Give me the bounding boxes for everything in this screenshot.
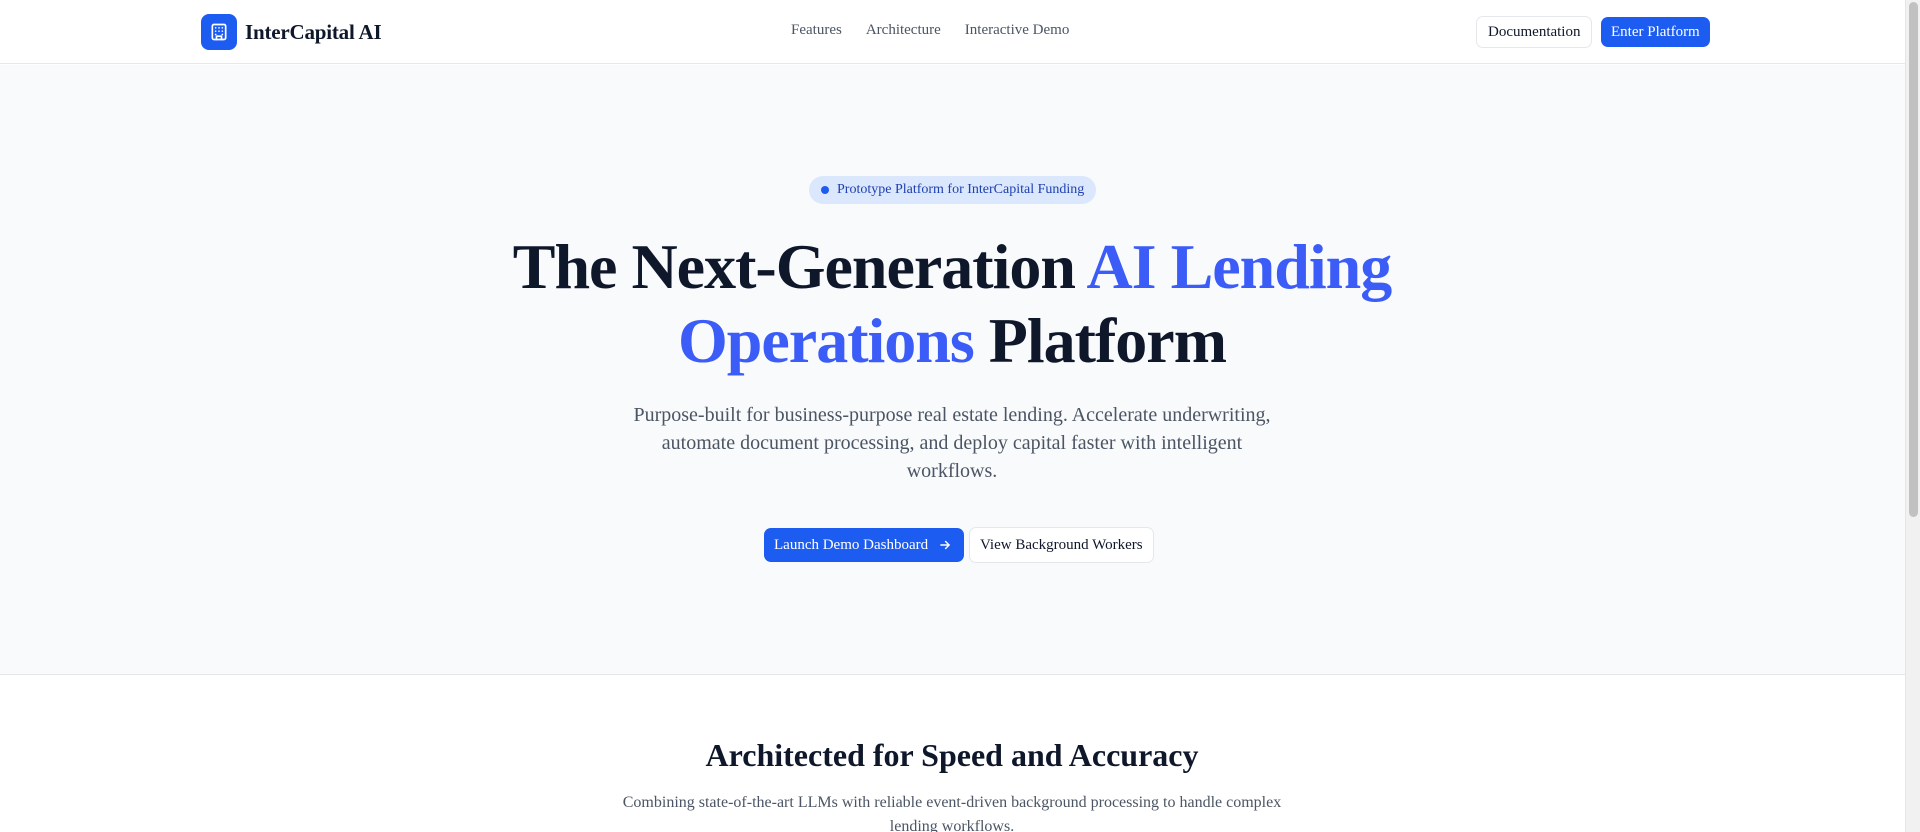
section-subtitle: Combining state-of-the-art LLMs with rel…	[622, 794, 1282, 832]
scrollbar-thumb[interactable]	[1909, 2, 1918, 517]
enter-platform-button[interactable]: Enter Platform	[1601, 17, 1710, 47]
badge-label: Prototype Platform for InterCapital Fund…	[837, 182, 1085, 197]
top-navbar: InterCapital AI Features Architecture In…	[0, 0, 1905, 64]
launch-demo-button[interactable]: Launch Demo Dashboard	[764, 528, 965, 562]
nav-links: Features Architecture Interactive Demo	[791, 22, 1069, 39]
hero-subhead: Purpose-built for business-purpose real …	[633, 404, 1271, 482]
nav-link-interactive-demo[interactable]: Interactive Demo	[965, 22, 1070, 39]
view-background-workers-button[interactable]: View Background Workers	[969, 527, 1154, 563]
building-icon	[201, 14, 237, 50]
headline-part1: The Next-Generation	[512, 231, 1087, 302]
brand[interactable]: InterCapital AI	[201, 14, 382, 50]
documentation-button[interactable]: Documentation	[1476, 16, 1593, 48]
section-title: Architected for Speed and Accuracy	[705, 737, 1199, 773]
nav-link-features[interactable]: Features	[791, 22, 842, 39]
status-dot-icon	[821, 186, 829, 194]
hero-section: Prototype Platform for InterCapital Fund…	[0, 65, 1905, 675]
nav-link-architecture[interactable]: Architecture	[866, 22, 941, 39]
hero-headline: The Next-Generation AI Lending Operation…	[452, 230, 1452, 378]
brand-name: InterCapital AI	[245, 19, 382, 44]
page-scrollbar[interactable]	[1905, 0, 1920, 832]
headline-part2: Platform	[973, 305, 1227, 376]
launch-demo-label: Launch Demo Dashboard	[774, 536, 929, 553]
prototype-badge: Prototype Platform for InterCapital Fund…	[809, 176, 1097, 204]
arrow-right-icon	[940, 540, 950, 550]
